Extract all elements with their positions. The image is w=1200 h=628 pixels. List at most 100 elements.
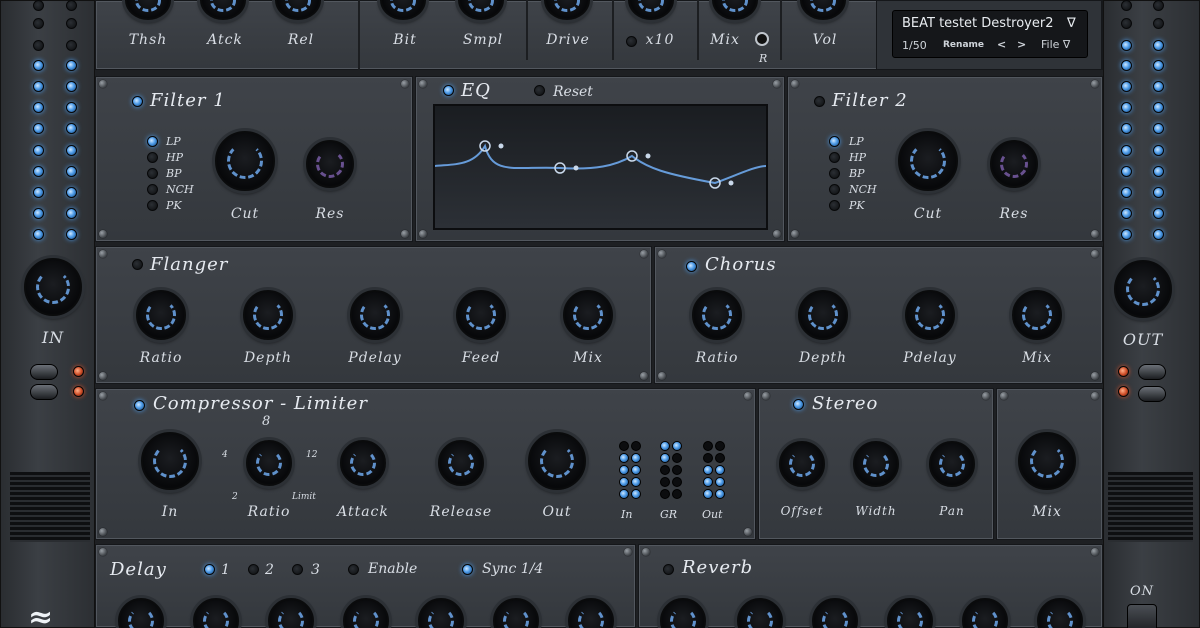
flanger-ratio-knob[interactable] xyxy=(136,290,186,340)
input-jack-2[interactable] xyxy=(30,384,58,400)
flanger-depth-knob[interactable] xyxy=(243,290,293,340)
thsh-label: Thsh xyxy=(128,32,168,48)
delay-enable-led[interactable] xyxy=(348,564,359,575)
chorus-title: Chorus xyxy=(705,254,777,275)
flanger-mix-knob[interactable] xyxy=(563,290,613,340)
input-jack-1[interactable] xyxy=(30,364,58,380)
top-divider-4 xyxy=(697,0,699,60)
left-vent xyxy=(10,472,90,542)
chorus-ratio-knob[interactable] xyxy=(692,290,742,340)
stereo-pan-label: Pan xyxy=(939,504,965,518)
delay-option-3-led[interactable] xyxy=(292,564,303,575)
filter2-mode-hp-led[interactable] xyxy=(829,152,840,163)
delay-option-2: 2 xyxy=(265,562,274,578)
r-switch[interactable] xyxy=(755,32,769,46)
output-gain-knob[interactable] xyxy=(1114,260,1172,318)
preset-prev-button[interactable]: < xyxy=(997,38,1006,51)
reverb-enable-led[interactable] xyxy=(663,564,674,575)
right-red-led-2 xyxy=(1118,386,1129,397)
master-mix-knob[interactable] xyxy=(1018,432,1076,490)
filter1-cut-knob[interactable] xyxy=(215,131,275,191)
flanger-enable-led[interactable] xyxy=(132,259,143,270)
eq-curve xyxy=(434,140,767,189)
stereo-width-knob[interactable] xyxy=(853,441,899,487)
chorus-enable-led[interactable] xyxy=(686,261,697,272)
file-menu-button[interactable]: File ∇ xyxy=(1041,38,1070,51)
compressor-in-label: In xyxy=(161,504,179,520)
stereo-width-label: Width xyxy=(855,504,897,518)
power-switch[interactable] xyxy=(1127,604,1157,628)
filter1-mode-hp-led[interactable] xyxy=(147,152,158,163)
top-divider-1 xyxy=(358,0,360,70)
compressor-ratio-knob[interactable] xyxy=(246,440,292,486)
stereo-offset-knob[interactable] xyxy=(779,441,825,487)
compressor-in-knob[interactable] xyxy=(141,432,199,490)
rename-button[interactable]: Rename xyxy=(943,40,984,50)
stereo-enable-led[interactable] xyxy=(793,399,804,410)
filter1-mode-nch: NCH xyxy=(166,183,194,196)
filter1-mode-pk-led[interactable] xyxy=(147,200,158,211)
chorus-ratio-label: Ratio xyxy=(695,350,739,366)
filter2-mode-bp-led[interactable] xyxy=(829,168,840,179)
filter2-enable-led[interactable] xyxy=(814,96,825,107)
chorus-mix-knob[interactable] xyxy=(1012,290,1062,340)
filter1-mode-lp: LP xyxy=(166,135,181,148)
r-label: R xyxy=(759,52,768,65)
rel-label: Rel xyxy=(287,32,315,48)
filter2-mode-lp-led[interactable] xyxy=(829,136,840,147)
compressor-ratio-label: Ratio xyxy=(247,504,291,520)
flanger-title: Flanger xyxy=(150,254,229,275)
eq-title: EQ xyxy=(461,80,491,101)
x10-led[interactable] xyxy=(626,36,637,47)
output-jack-1[interactable] xyxy=(1138,364,1166,380)
filter1-res-knob[interactable] xyxy=(306,140,354,188)
atck-label: Atck xyxy=(207,32,243,48)
filter1-enable-led[interactable] xyxy=(132,96,143,107)
delay-option-1-led[interactable] xyxy=(204,564,215,575)
filter2-mode-pk-led[interactable] xyxy=(829,200,840,211)
delay-sync-led[interactable] xyxy=(462,564,473,575)
output-jack-2[interactable] xyxy=(1138,386,1166,402)
stereo-title: Stereo xyxy=(812,393,879,414)
filter1-mode-nch-led[interactable] xyxy=(147,184,158,195)
compressor-gr-meter xyxy=(660,441,682,499)
filter2-mode-nch-led[interactable] xyxy=(829,184,840,195)
filter1-mode-lp-led[interactable] xyxy=(147,136,158,147)
chorus-depth-knob[interactable] xyxy=(798,290,848,340)
filter2-cut-knob[interactable] xyxy=(898,131,958,191)
filter1-mode-bp-led[interactable] xyxy=(147,168,158,179)
flanger-feed-knob[interactable] xyxy=(456,290,506,340)
preset-menu-arrow[interactable]: ∇ xyxy=(1067,16,1076,31)
x10-label: x10 xyxy=(645,32,675,48)
compressor-attack-knob[interactable] xyxy=(340,440,386,486)
eq-graph[interactable] xyxy=(433,104,768,230)
ratio-mark-left: 4 xyxy=(222,450,228,460)
eq-enable-led[interactable] xyxy=(443,85,454,96)
filter2-mode-pk: PK xyxy=(849,199,865,212)
preset-next-button[interactable]: > xyxy=(1017,38,1026,51)
compressor-out-knob[interactable] xyxy=(528,432,586,490)
input-gain-knob[interactable] xyxy=(24,258,82,316)
delay-enable-label: Enable xyxy=(368,561,418,577)
ratio-mark-bottom-left: 2 xyxy=(232,492,238,502)
compressor-attack-label: Attack xyxy=(337,504,389,520)
eq-reset-label: Reset xyxy=(553,84,593,100)
out-label: OUT xyxy=(1122,330,1164,349)
eq-reset-button[interactable] xyxy=(534,85,545,96)
filter2-cut-label: Cut xyxy=(913,206,943,222)
stereo-pan-knob[interactable] xyxy=(929,441,975,487)
compressor-release-knob[interactable] xyxy=(438,440,484,486)
preset-name[interactable]: BEAT testet Destroyer2 xyxy=(902,16,1053,31)
left-red-led-2 xyxy=(73,386,84,397)
chorus-pdelay-label: Pdelay xyxy=(903,350,957,366)
flanger-pdelay-knob[interactable] xyxy=(350,290,400,340)
filter1-mode-bp: BP xyxy=(166,167,182,180)
meter-gr-label: GR xyxy=(660,508,678,521)
chorus-pdelay-knob[interactable] xyxy=(905,290,955,340)
filter2-title: Filter 2 xyxy=(832,90,908,111)
ratio-mark-bottom-right: Limit xyxy=(292,492,316,502)
compressor-enable-led[interactable] xyxy=(134,400,145,411)
delay-option-2-led[interactable] xyxy=(248,564,259,575)
reverb-title: Reverb xyxy=(682,557,754,578)
filter2-res-knob[interactable] xyxy=(990,140,1038,188)
